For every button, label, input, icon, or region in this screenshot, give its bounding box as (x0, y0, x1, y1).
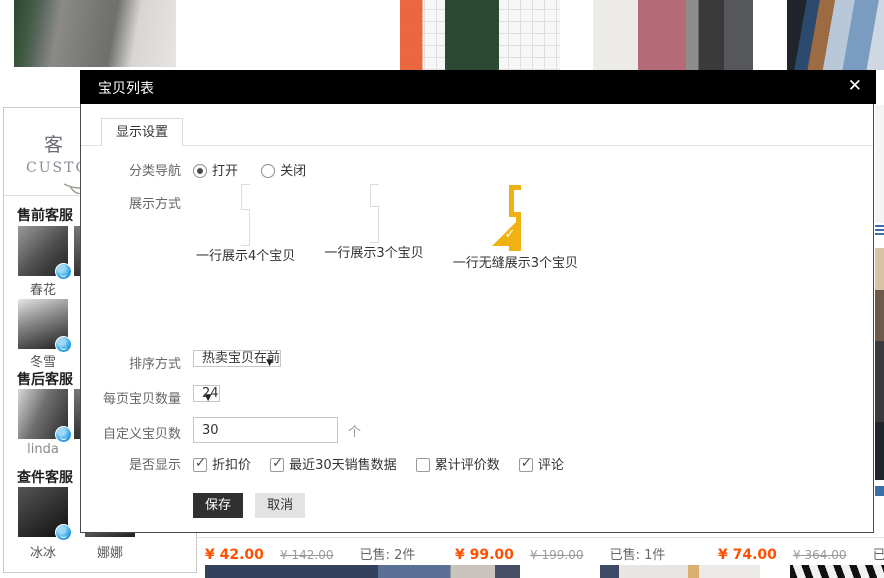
checkbox-label[interactable]: 累计评价数 (435, 458, 500, 473)
checkbox-label[interactable]: 折扣价 (212, 458, 251, 473)
checkbox-label[interactable]: 评论 (538, 458, 564, 473)
display-option-3-seamless[interactable]: ✓ 一行无缝展示3个宝贝 (453, 193, 578, 271)
field-label: 排序方式 (81, 353, 181, 372)
display-option-4-per-row[interactable]: 一行展示4个宝贝 (196, 193, 295, 264)
agent-name: 冬雪 (18, 351, 68, 370)
radio-label[interactable]: 打开 (212, 164, 238, 179)
checkbox-total-reviews[interactable] (416, 458, 430, 472)
product-image[interactable] (205, 565, 520, 578)
display-option-caption[interactable]: 一行展示4个宝贝 (196, 245, 295, 264)
radio-open[interactable] (193, 164, 207, 178)
section-heading-aftersale: 售后客服 (17, 369, 73, 389)
section-heading-tracking: 查件客服 (17, 467, 73, 487)
product-price-group: ¥ 99.00 ¥ 199.00 已售: 1件 (455, 544, 665, 563)
product-price-group: ¥ 42.00 ¥ 142.00 已售: 2件 (205, 544, 415, 563)
field-label: 自定义宝贝数 (81, 423, 181, 442)
wangwang-icon[interactable] (55, 263, 72, 280)
product-list-dialog: 宝贝列表 ✕ 显示设置 分类导航 打开 关闭 展示方式 (80, 70, 874, 533)
sold-count: 已售: 1件 (610, 548, 666, 563)
display-option-3-per-row[interactable]: 一行展示3个宝贝 (324, 193, 423, 261)
product-image[interactable] (787, 0, 884, 70)
avatar[interactable] (18, 226, 68, 276)
product-image[interactable] (14, 0, 176, 67)
product-image[interactable] (400, 0, 560, 70)
original-price: ¥ 142.00 (280, 548, 333, 562)
radio-label[interactable]: 关闭 (280, 164, 306, 179)
divider (197, 537, 884, 538)
dialog-header: 宝贝列表 ✕ (80, 70, 876, 104)
agent-name: linda (18, 442, 68, 457)
section-heading-presale: 售前客服 (17, 205, 73, 225)
avatar[interactable] (18, 487, 68, 537)
tab-divider (81, 145, 873, 146)
caret-down-icon: ▼ (205, 386, 212, 411)
sold-count: 已售: 1件 (873, 548, 884, 563)
page: 客 CUSTOM 售前客服 春花 冬雪 售后客服 linda 查件客服 冰冰 娜… (0, 0, 884, 578)
field-label: 分类导航 (81, 160, 181, 179)
display-option-caption[interactable]: 一行展示3个宝贝 (324, 242, 423, 261)
link-fragment (875, 223, 884, 235)
original-price: ¥ 199.00 (530, 548, 583, 562)
check-icon: ✓ (504, 223, 515, 247)
page-strip (875, 105, 884, 223)
save-button[interactable]: 保存 (193, 493, 243, 518)
field-label: 是否显示 (81, 454, 181, 473)
caret-down-icon: ▼ (266, 351, 273, 376)
product-price-group: ¥ 74.00 ¥ 364.00 已售: 1件 (718, 544, 884, 563)
product-image (875, 248, 884, 480)
checkbox-30day-sales[interactable] (270, 458, 284, 472)
tab-display-settings[interactable]: 显示设置 (101, 118, 183, 146)
original-price: ¥ 364.00 (793, 548, 846, 562)
display-option-caption[interactable]: 一行无缝展示3个宝贝 (453, 252, 578, 271)
wangwang-icon[interactable] (55, 426, 72, 443)
dialog-title: 宝贝列表 (98, 78, 154, 98)
product-image[interactable] (600, 565, 760, 578)
checkbox-discount-price[interactable] (193, 458, 207, 472)
close-icon[interactable]: ✕ (848, 76, 862, 96)
sort-select[interactable]: 热卖宝贝在前 ▼ (193, 350, 281, 367)
checkbox-label[interactable]: 最近30天销售数据 (289, 458, 397, 473)
price: ¥ 99.00 (455, 547, 514, 563)
price: ¥ 42.00 (205, 547, 264, 563)
cancel-button[interactable]: 取消 (255, 493, 305, 518)
agent-name: 春花 (18, 279, 68, 298)
product-image[interactable] (593, 0, 753, 70)
wangwang-icon[interactable] (55, 524, 72, 541)
radio-closed[interactable] (261, 164, 275, 178)
product-image[interactable] (210, 0, 371, 70)
product-image[interactable] (790, 565, 884, 578)
checkbox-comments[interactable] (519, 458, 533, 472)
unit-suffix: 个 (348, 421, 361, 440)
custom-count-input[interactable] (193, 417, 338, 443)
link-fragment (875, 486, 884, 496)
agent-name: 冰冰 (18, 542, 68, 561)
field-label: 展示方式 (81, 193, 181, 212)
logo-cn-text: 客 (44, 130, 63, 157)
agent-name: 娜娜 (85, 542, 135, 561)
per-page-select[interactable]: 24 ▼ (193, 385, 220, 402)
price: ¥ 74.00 (718, 547, 777, 563)
avatar[interactable] (18, 299, 68, 349)
field-label: 每页宝贝数量 (81, 388, 181, 407)
avatar[interactable] (18, 389, 68, 439)
sold-count: 已售: 2件 (360, 548, 416, 563)
